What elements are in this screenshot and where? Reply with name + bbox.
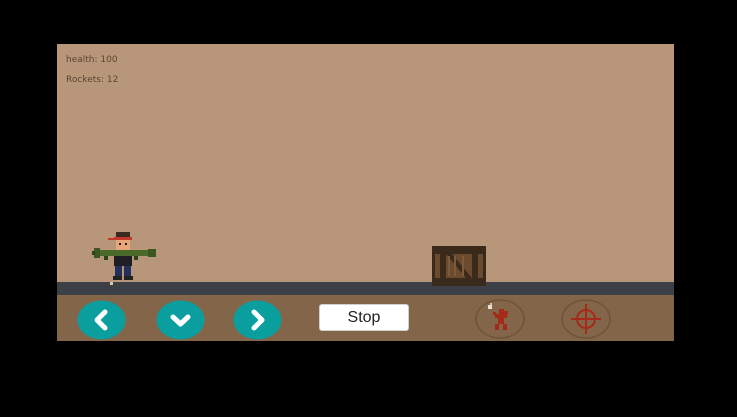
move-down-button[interactable] <box>156 300 205 340</box>
throw-grenade-button[interactable] <box>475 299 525 339</box>
crosshair-icon <box>571 304 601 334</box>
move-right-button[interactable] <box>233 300 282 340</box>
wooden-crate <box>432 246 486 286</box>
move-left-button[interactable] <box>77 300 126 340</box>
stop-button[interactable]: Stop <box>319 304 409 331</box>
health-readout: health: 100 <box>66 55 118 65</box>
player-soldier-sprite <box>92 232 156 285</box>
grenade-throw-icon <box>488 303 508 330</box>
game-viewport: health: 100 Rockets: 12 Stop <box>57 44 674 341</box>
aim-fire-button[interactable] <box>561 299 611 339</box>
game-screen: health: 100 Rockets: 12 Stop <box>0 0 737 417</box>
rockets-readout: Rockets: 12 <box>66 75 119 85</box>
